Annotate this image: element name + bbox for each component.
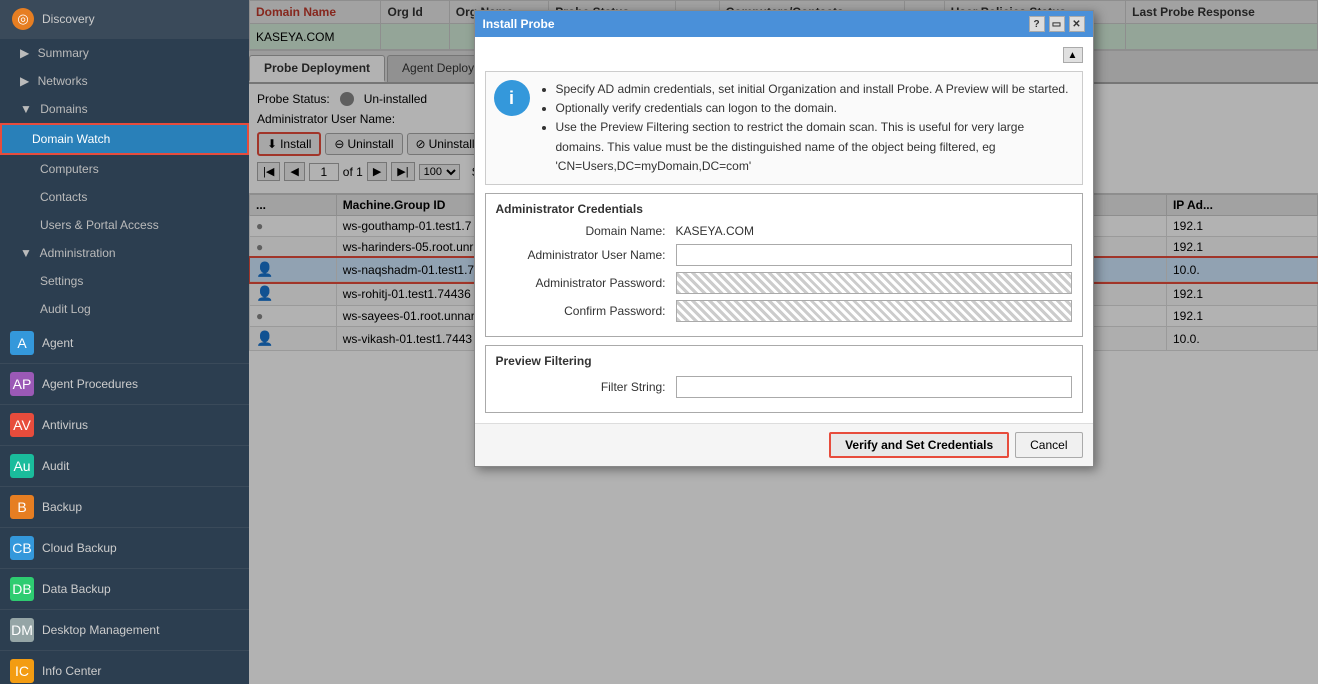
- cloud-backup-icon: CB: [10, 536, 34, 560]
- sidebar-item-backup[interactable]: B Backup: [0, 487, 249, 528]
- info-text: Specify AD admin credentials, set initia…: [540, 80, 1074, 176]
- modal-footer: Verify and Set Credentials Cancel: [475, 423, 1093, 466]
- filter-string-input[interactable]: [676, 376, 1072, 398]
- info-bullet-2: Optionally verify credentials can logon …: [556, 99, 1074, 118]
- arrow-icon: ▶: [20, 46, 29, 60]
- sidebar-item-desktop-management[interactable]: DM Desktop Management: [0, 610, 249, 651]
- admin-user-form-label: Administrator User Name:: [496, 248, 676, 262]
- filter-string-row: Filter String:: [496, 376, 1072, 398]
- sidebar-item-domains[interactable]: ▼ Domains: [0, 95, 249, 123]
- arrow-icon: ▼: [20, 246, 32, 260]
- scroll-up-button[interactable]: ▲: [1063, 47, 1083, 63]
- info-icon: i: [494, 80, 530, 116]
- backup-icon: B: [10, 495, 34, 519]
- preview-filtering-section: Preview Filtering Filter String:: [485, 345, 1083, 413]
- sidebar-item-contacts[interactable]: Contacts: [0, 183, 249, 211]
- sidebar-item-users-portal[interactable]: Users & Portal Access: [0, 211, 249, 239]
- info-bullet-3: Use the Preview Filtering section to res…: [556, 118, 1074, 176]
- admin-password-row: Administrator Password:: [496, 272, 1072, 294]
- modal-close-button[interactable]: ✕: [1069, 16, 1085, 32]
- sidebar-item-data-backup[interactable]: DB Data Backup: [0, 569, 249, 610]
- modal-overlay: Install Probe ? ▭ ✕ ▲ i Sp: [249, 0, 1318, 684]
- arrow-icon: ▼: [20, 102, 32, 116]
- sidebar-item-antivirus[interactable]: AV Antivirus: [0, 405, 249, 446]
- agent-procedures-icon: AP: [10, 372, 34, 396]
- sidebar-item-agent[interactable]: A Agent: [0, 323, 249, 364]
- antivirus-icon: AV: [10, 413, 34, 437]
- admin-user-input[interactable]: [676, 244, 1072, 266]
- audit-icon: Au: [10, 454, 34, 478]
- verify-credentials-button[interactable]: Verify and Set Credentials: [829, 432, 1009, 458]
- sidebar-item-summary[interactable]: ▶ Summary: [0, 39, 249, 67]
- sidebar-item-info-center[interactable]: IC Info Center: [0, 651, 249, 684]
- admin-credentials-title: Administrator Credentials: [496, 202, 1072, 216]
- sidebar-item-discovery[interactable]: ◎ Discovery: [0, 0, 249, 39]
- admin-password-input[interactable]: [676, 272, 1072, 294]
- cancel-button[interactable]: Cancel: [1015, 432, 1082, 458]
- info-center-icon: IC: [10, 659, 34, 683]
- modal-help-button[interactable]: ?: [1029, 16, 1045, 32]
- sidebar-item-audit-log[interactable]: Audit Log: [0, 295, 249, 323]
- info-box: i Specify AD admin credentials, set init…: [485, 71, 1083, 185]
- confirm-password-row: Confirm Password:: [496, 300, 1072, 322]
- domain-name-label: Domain Name:: [496, 224, 676, 238]
- sidebar-item-settings[interactable]: Settings: [0, 267, 249, 295]
- sidebar-item-domain-watch[interactable]: Domain Watch: [0, 123, 249, 155]
- main-content: Domain Name Org Id Org Name Probe Status…: [249, 0, 1318, 684]
- modal-minimize-button[interactable]: ▭: [1049, 16, 1065, 32]
- confirm-password-label: Confirm Password:: [496, 304, 676, 318]
- domain-name-value: KASEYA.COM: [676, 224, 1072, 238]
- arrow-icon: ▶: [20, 74, 29, 88]
- sidebar: ◎ Discovery ▶ Summary ▶ Networks ▼ Domai…: [0, 0, 249, 684]
- modal-body: ▲ i Specify AD admin credentials, set in…: [475, 37, 1093, 423]
- data-backup-icon: DB: [10, 577, 34, 601]
- modal-controls: ? ▭ ✕: [1029, 16, 1085, 32]
- desktop-mgmt-icon: DM: [10, 618, 34, 642]
- discovery-icon: ◎: [12, 8, 34, 30]
- sidebar-item-audit[interactable]: Au Audit: [0, 446, 249, 487]
- scroll-area: ▲: [485, 47, 1083, 63]
- modal-header: Install Probe ? ▭ ✕: [475, 11, 1093, 37]
- info-bullet-1: Specify AD admin credentials, set initia…: [556, 80, 1074, 99]
- sidebar-item-networks[interactable]: ▶ Networks: [0, 67, 249, 95]
- filter-string-label: Filter String:: [496, 380, 676, 394]
- sidebar-item-administration[interactable]: ▼ Administration: [0, 239, 249, 267]
- sidebar-label-discovery: Discovery: [42, 12, 95, 26]
- install-probe-modal: Install Probe ? ▭ ✕ ▲ i Sp: [474, 10, 1094, 467]
- confirm-password-input[interactable]: [676, 300, 1072, 322]
- admin-credentials-section: Administrator Credentials Domain Name: K…: [485, 193, 1083, 337]
- sidebar-item-agent-procedures[interactable]: AP Agent Procedures: [0, 364, 249, 405]
- modal-title: Install Probe: [483, 17, 555, 31]
- admin-password-label: Administrator Password:: [496, 276, 676, 290]
- sidebar-item-computers[interactable]: Computers: [0, 155, 249, 183]
- domain-name-row: Domain Name: KASEYA.COM: [496, 224, 1072, 238]
- preview-filtering-title: Preview Filtering: [496, 354, 1072, 368]
- agent-icon: A: [10, 331, 34, 355]
- admin-user-form-row: Administrator User Name:: [496, 244, 1072, 266]
- sidebar-item-cloud-backup[interactable]: CB Cloud Backup: [0, 528, 249, 569]
